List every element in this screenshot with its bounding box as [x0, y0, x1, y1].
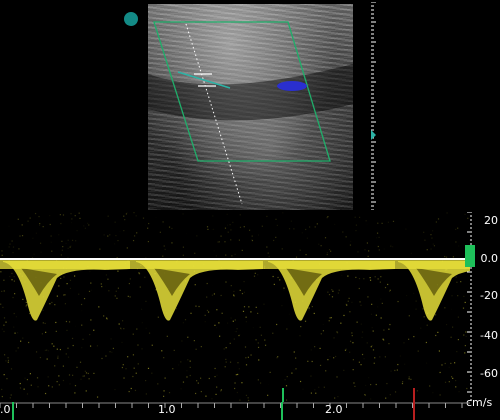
time-axis	[0, 402, 470, 420]
time-tick-0: .0	[0, 403, 11, 416]
spectral-doppler-trace	[0, 212, 470, 402]
doppler-overlay	[148, 21, 353, 205]
vel-tick-20: 20	[484, 214, 498, 227]
cursor-marker-green-upper	[282, 388, 284, 402]
time-tick-1: 1.0	[158, 403, 176, 416]
depth-scale	[371, 2, 376, 210]
probe-orientation-marker	[124, 12, 138, 26]
spectral-waveforms	[0, 260, 470, 321]
vel-tick-neg60: -60	[480, 367, 498, 380]
ultrasound-screen: 20 0.0 -20 -40 -60 cm/s .0 1.0 2.0	[0, 0, 500, 420]
velocity-ticks	[467, 212, 472, 401]
cursor-marker-red-upper	[413, 388, 415, 402]
baseline-shift-handle[interactable]	[465, 245, 475, 267]
color-flow	[277, 81, 307, 91]
vel-tick-neg20: -20	[480, 289, 498, 302]
vel-tick-0: 0.0	[480, 252, 499, 265]
vel-tick-neg40: -40	[480, 329, 498, 342]
velocity-scale: 20 0.0 -20 -40 -60	[470, 212, 500, 402]
time-tick-2: 2.0	[325, 403, 343, 416]
spectral-noise	[0, 212, 470, 402]
